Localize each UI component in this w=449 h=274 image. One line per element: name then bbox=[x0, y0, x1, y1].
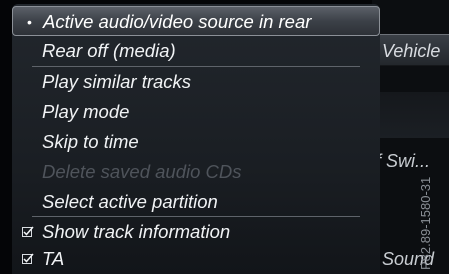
menu-item-show-track-information[interactable]: Show track information bbox=[12, 217, 380, 247]
menu-item-skip-to-time[interactable]: Skip to time bbox=[12, 127, 380, 157]
menu-item-label: Skip to time bbox=[42, 131, 139, 152]
menu-item-label: Show track information bbox=[42, 221, 231, 242]
screen: Vehicle f Swi... Sound • Active audio/vi… bbox=[0, 0, 449, 274]
menu-item-label: Delete saved audio CDs bbox=[42, 161, 242, 182]
menu-item-play-mode[interactable]: Play mode bbox=[12, 97, 380, 127]
menu-item-ta[interactable]: TA bbox=[12, 244, 380, 274]
menu-item-play-similar-tracks[interactable]: Play similar tracks bbox=[12, 67, 380, 97]
menu-item-label: TA bbox=[42, 248, 65, 269]
menu-item-label: Play mode bbox=[42, 101, 130, 122]
selected-bullet-icon: • bbox=[27, 14, 32, 30]
background-band bbox=[372, 92, 449, 138]
menu-item-select-active-partition[interactable]: Select active partition bbox=[12, 187, 380, 217]
options-menu: • Active audio/video source in rear Rear… bbox=[12, 4, 380, 274]
menu-item-active-source-rear[interactable]: • Active audio/video source in rear bbox=[12, 6, 380, 36]
menu-item-label: Play similar tracks bbox=[42, 71, 192, 92]
menu-item-label: Select active partition bbox=[42, 191, 218, 212]
menu-item-label: Active audio/video source in rear bbox=[43, 11, 312, 32]
menu-item-label: Rear off (media) bbox=[42, 40, 176, 61]
reference-code: P82.89-1580-31 bbox=[418, 176, 433, 270]
checkbox-checked-icon[interactable] bbox=[22, 226, 34, 238]
menu-item-rear-off[interactable]: Rear off (media) bbox=[12, 36, 380, 66]
background-vehicle-item[interactable]: Vehicle bbox=[372, 34, 449, 66]
checkbox-checked-icon[interactable] bbox=[22, 253, 34, 265]
menu-item-delete-saved-cds: Delete saved audio CDs bbox=[12, 157, 380, 187]
